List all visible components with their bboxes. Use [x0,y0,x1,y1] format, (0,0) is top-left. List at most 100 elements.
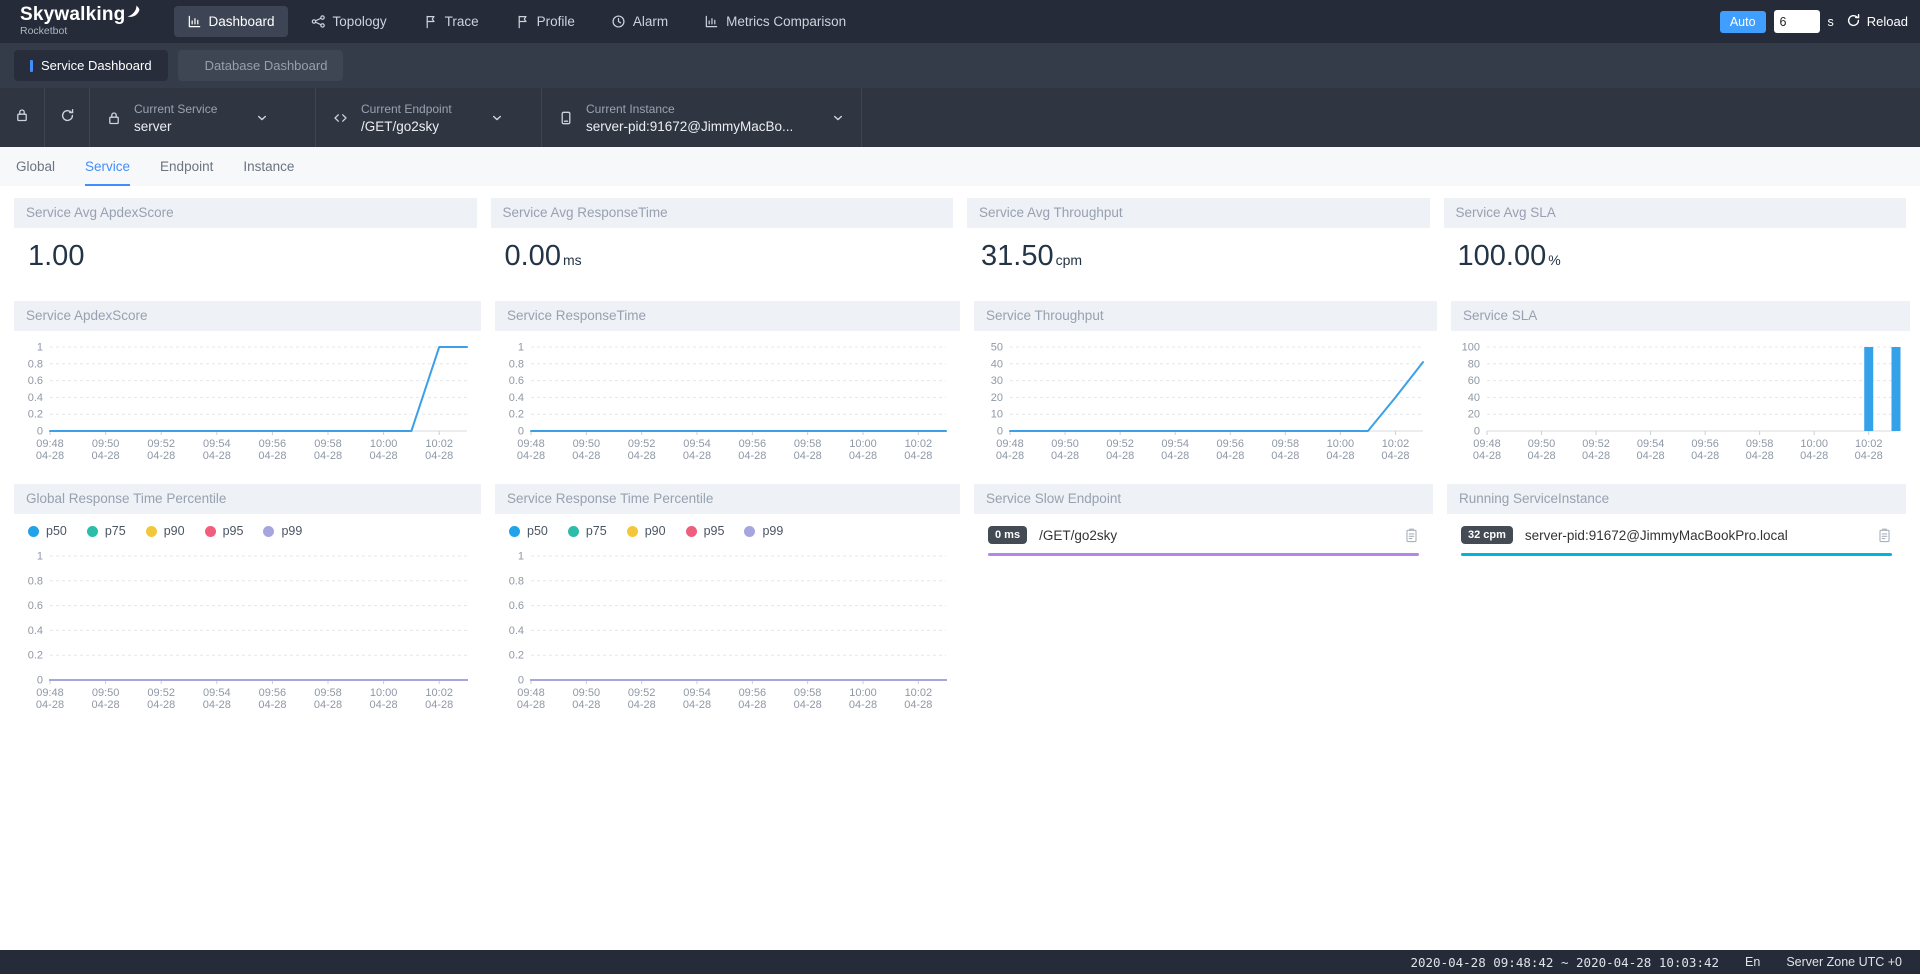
nav-item-topology[interactable]: Topology [298,6,400,37]
auto-refresh-button[interactable]: Auto [1720,11,1766,33]
tab-endpoint[interactable]: Endpoint [160,147,213,186]
avg-metrics-row: Service Avg ApdexScore1.00Service Avg Re… [14,198,1906,287]
svg-text:04-28: 04-28 [1381,450,1409,462]
tab-service[interactable]: Service [85,147,130,186]
nav-item-metrics-comparison[interactable]: Metrics Comparison [691,6,859,37]
nav-item-label: Topology [333,14,387,29]
chart-canvas-sla: 02040608010009:4804-2809:5004-2809:5204-… [1451,331,1910,470]
legend-item-p50[interactable]: p50 [28,524,67,538]
metric-value: 0.00 [505,240,561,272]
chart-canvas-service-percentile: 00.20.40.60.8109:4804-2809:5004-2809:520… [495,540,960,719]
dashboard-tab-service-dashboard[interactable]: Service Dashboard [14,50,168,81]
card-header: Service Avg Throughput [967,198,1430,228]
refresh-interval-input[interactable] [1774,10,1820,33]
endpoint-progress-bar [988,553,1419,556]
chart-card-service-percentile: Service Response Time Percentilep50p75p9… [495,484,960,719]
card-header: Service ResponseTime [495,301,960,331]
slow-endpoint-card: Service Slow Endpoint 0 ms /GET/go2sky [974,484,1433,556]
chart-icon [187,14,202,29]
svg-text:10:02: 10:02 [905,687,933,699]
svg-text:09:48: 09:48 [517,438,545,450]
svg-text:0.2: 0.2 [509,409,524,421]
selector-current-service[interactable]: Current Serviceserver [90,88,315,147]
legend-item-p99[interactable]: p99 [744,524,783,538]
legend-dot [744,526,755,537]
card-header: Service SLA [1451,301,1910,331]
endpoint-name: /GET/go2sky [1039,528,1392,543]
legend-item-p95[interactable]: p95 [205,524,244,538]
legend-item-p90[interactable]: p90 [146,524,185,538]
svg-text:0.4: 0.4 [28,625,43,637]
card-header: Running ServiceInstance [1447,484,1906,514]
card-header: Service ApdexScore [14,301,481,331]
svg-text:04-28: 04-28 [683,450,711,462]
selector-label: Current Instance [586,102,793,116]
svg-text:20: 20 [991,392,1003,404]
nav-item-profile[interactable]: Profile [502,6,588,37]
svg-text:04-28: 04-28 [1746,450,1774,462]
svg-text:09:58: 09:58 [1272,438,1300,450]
copy-icon[interactable] [1404,527,1419,544]
card-title: Service ResponseTime [507,308,646,323]
svg-text:04-28: 04-28 [1582,450,1610,462]
copy-icon[interactable] [1877,527,1892,544]
svg-text:09:50: 09:50 [92,687,120,699]
svg-text:10:00: 10:00 [1800,438,1828,450]
legend-item-p75[interactable]: p75 [568,524,607,538]
svg-text:09:48: 09:48 [36,687,64,699]
time-range-selector[interactable]: 2020-04-28 09:48:42 ~ 2020-04-28 10:03:4… [1410,955,1719,970]
svg-text:09:50: 09:50 [1528,438,1556,450]
svg-text:04-28: 04-28 [1855,450,1883,462]
dashboard-tab-database-dashboard[interactable]: Database Dashboard [178,50,344,81]
svg-text:09:52: 09:52 [147,438,175,450]
svg-text:04-28: 04-28 [314,450,342,462]
legend-item-p90[interactable]: p90 [627,524,666,538]
svg-text:1: 1 [37,342,43,354]
view-tabs: Global Service Endpoint Instance [0,147,1920,186]
instance-name: server-pid:91672@JimmyMacBookPro.local [1525,528,1865,543]
selector-current-endpoint[interactable]: Current Endpoint/GET/go2sky [316,88,541,147]
legend-dot [28,526,39,537]
reload-button[interactable]: Reload [1846,13,1908,31]
language-toggle[interactable]: En [1745,955,1760,969]
chart-canvas-apdex: 00.20.40.60.8109:4804-2809:5004-2809:520… [14,331,481,470]
chart-card-apdex: Service ApdexScore00.20.40.60.8109:4804-… [14,301,481,470]
legend-item-p75[interactable]: p75 [87,524,126,538]
svg-text:04-28: 04-28 [258,450,286,462]
svg-text:0: 0 [518,426,524,438]
interval-unit-label: s [1828,15,1834,29]
nav-item-dashboard[interactable]: Dashboard [174,6,288,37]
svg-text:09:54: 09:54 [683,438,711,450]
svg-text:09:52: 09:52 [1582,438,1610,450]
slow-endpoint-entry: 0 ms /GET/go2sky [974,514,1433,556]
nav-item-trace[interactable]: Trace [410,6,492,37]
svg-text:04-28: 04-28 [738,699,766,711]
legend-item-p95[interactable]: p95 [686,524,725,538]
app-logo[interactable]: Skywalking Rocketbot [20,6,140,37]
card-title: Service Avg SLA [1456,205,1556,220]
svg-text:0.8: 0.8 [28,358,43,370]
svg-text:09:58: 09:58 [1746,438,1774,450]
legend-item-p99[interactable]: p99 [263,524,302,538]
metric-unit: % [1548,252,1560,268]
trace-icon [423,14,438,29]
legend-item-p50[interactable]: p50 [509,524,548,538]
refresh-selectors-button[interactable] [45,88,89,147]
svg-text:20: 20 [1468,409,1480,421]
nav-item-alarm[interactable]: Alarm [598,6,681,37]
svg-text:04-28: 04-28 [1161,450,1189,462]
tab-global[interactable]: Global [16,147,55,186]
svg-text:10:00: 10:00 [370,687,398,699]
svg-text:09:54: 09:54 [203,438,231,450]
svg-text:30: 30 [991,375,1003,387]
legend-dot [509,526,520,537]
nav-item-label: Metrics Comparison [726,14,846,29]
svg-text:04-28: 04-28 [1326,450,1354,462]
svg-text:1: 1 [518,551,524,563]
selector-current-instance[interactable]: Current Instanceserver-pid:91672@JimmyMa… [542,88,861,147]
lock-button[interactable] [0,88,44,147]
svg-text:1: 1 [518,342,524,354]
svg-text:09:56: 09:56 [1217,438,1245,450]
tab-instance[interactable]: Instance [243,147,294,186]
refresh-controls: Auto s Reload [1720,10,1908,33]
